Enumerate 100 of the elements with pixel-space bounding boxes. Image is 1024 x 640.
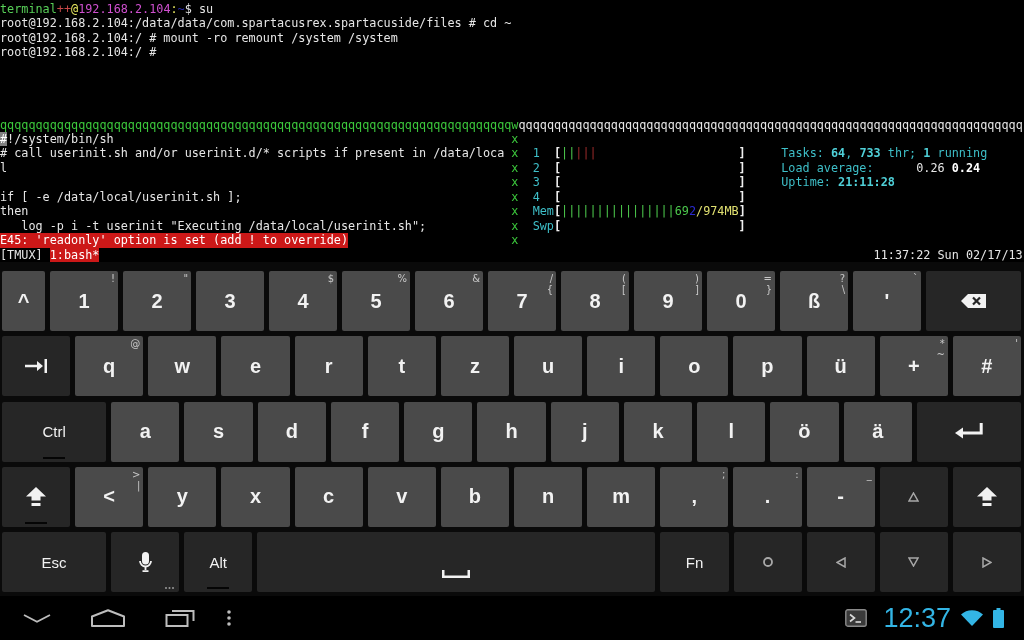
session-label: [TMUX] (0, 247, 43, 263)
key-hint: : (795, 468, 799, 480)
backspace-key[interactable] (926, 271, 1021, 331)
terminal-line: root@192.168.2.104:/ # mount -ro remount /system /system (0, 30, 398, 46)
keyboard-key[interactable]: u (514, 336, 583, 397)
key-hint: ` (913, 273, 918, 284)
usage-meter: 4 [ ] (532, 189, 746, 205)
keyboard-key[interactable]: g (404, 401, 473, 462)
key-hint: $ (327, 273, 334, 284)
key-hint: [ (622, 284, 626, 295)
keyboard-key[interactable]: a (111, 401, 180, 462)
enter-icon (954, 423, 983, 441)
keyboard-key[interactable]: y (148, 466, 217, 527)
keyboard-key[interactable]: ^ (2, 271, 45, 331)
keyboard-key[interactable]: 4 $ (269, 271, 337, 331)
recent-apps-icon[interactable] (165, 609, 195, 628)
keyboard-key[interactable]: 8 ( [ (561, 271, 629, 331)
keyboard-key[interactable]: 2 " (123, 271, 191, 331)
keyboard-key[interactable]: 7 / { (488, 271, 556, 331)
modifier-key[interactable]: Alt (184, 532, 253, 593)
keyboard-key[interactable]: ' ` (853, 271, 921, 331)
key-hint: ? (839, 273, 845, 284)
keyboard-key[interactable]: , ; (660, 466, 729, 527)
key-hint: > (131, 468, 141, 480)
triangle-left-icon (835, 556, 846, 568)
shift-key[interactable] (2, 466, 71, 527)
keyboard-key[interactable]: l (697, 401, 766, 462)
keyboard-key[interactable]: v (367, 466, 436, 527)
keyboard-key[interactable]: i (587, 336, 656, 397)
keyboard-key[interactable]: ä (843, 401, 912, 462)
keyboard-key[interactable]: - _ (806, 466, 875, 527)
tab-icon (25, 359, 48, 374)
keyboard-key[interactable]: j (550, 401, 619, 462)
key-hint: ' (1015, 338, 1018, 350)
keyboard-key[interactable]: n (514, 466, 583, 527)
keyboard-key[interactable]: + * ~ (879, 336, 948, 397)
home-icon[interactable] (89, 609, 127, 628)
key-hint: / (549, 273, 553, 284)
keyboard-key[interactable]: d (257, 401, 326, 462)
indicator-icon (43, 456, 66, 459)
keyboard-key[interactable]: o (660, 336, 729, 397)
status-clock: 11:37:22 Sun 02/17/13 (873, 247, 1023, 263)
keyboard-key[interactable]: 3 (196, 271, 264, 331)
modifier-key[interactable]: Esc (2, 532, 107, 593)
overflow-menu-icon[interactable] (227, 610, 231, 627)
triangle-down-icon (908, 557, 920, 568)
keyboard-key[interactable]: 9 ) ] (634, 271, 702, 331)
error-message: E45: 'readonly' option is set (add ! to override) (0, 233, 348, 248)
key-hint: * (939, 338, 945, 350)
key-hint: % (397, 273, 407, 284)
usage-meter: 3 [ ] (532, 175, 746, 190)
modifier-key[interactable]: Ctrl (2, 401, 107, 462)
backspace-icon (961, 294, 986, 308)
terminal-app-icon[interactable] (845, 609, 868, 628)
key-hint: ) (695, 273, 699, 284)
keyboard-key[interactable]: e (221, 336, 290, 397)
keyboard-key[interactable]: ö (770, 401, 839, 462)
chevron-down-icon[interactable] (23, 613, 51, 623)
keyboard-key[interactable]: 6 & (415, 271, 483, 331)
triangle-up-icon (908, 491, 920, 502)
keyboard-key[interactable]: r (294, 336, 363, 397)
keyboard-key[interactable]: x (221, 466, 290, 527)
keyboard-key[interactable]: c (294, 466, 363, 527)
keyboard-key[interactable]: 5 % (342, 271, 410, 331)
code-line: #!/system/bin/sh (0, 132, 114, 147)
keyboard-key[interactable]: z (440, 336, 509, 397)
keyboard-key[interactable]: k (623, 401, 693, 462)
modifier-key[interactable]: Fn (660, 532, 729, 593)
keyboard-key[interactable]: . : (733, 466, 802, 527)
wifi-icon (961, 610, 983, 627)
keyboard-key[interactable]: t (367, 336, 436, 397)
keyboard-key[interactable]: < > | (75, 466, 144, 527)
keyboard-key[interactable]: # ' (952, 336, 1021, 397)
microphone-key[interactable] (111, 532, 180, 593)
shift-icon (976, 487, 997, 507)
keyboard-key[interactable]: q @ (75, 336, 144, 397)
shift-key[interactable] (952, 466, 1021, 527)
keyboard-key[interactable]: ü (806, 336, 875, 397)
keyboard-key[interactable]: p (733, 336, 802, 397)
keyboard-key[interactable]: h (477, 401, 546, 462)
keyboard-key[interactable]: b (440, 466, 509, 527)
key-hint: @ (130, 338, 141, 350)
key-hint: ~ (936, 349, 945, 361)
usage-meter: 1 [||||| ] (532, 146, 746, 161)
key-hint: | (136, 479, 141, 491)
keyboard-key[interactable]: f (330, 401, 400, 462)
keyboard-key[interactable]: m (587, 466, 656, 527)
terminal-line: root@192.168.2.104:/ # (0, 45, 157, 60)
keyboard-key[interactable]: w (148, 336, 217, 397)
tab-key[interactable] (2, 336, 71, 397)
stat-line: Uptime: 21:11:28 (781, 175, 895, 190)
keyboard-key[interactable]: 1 ! (50, 271, 118, 331)
space-bar-icon (442, 570, 471, 579)
enter-key[interactable] (916, 401, 1022, 462)
key-hint: { (546, 284, 553, 295)
circle-icon (762, 557, 773, 568)
keyboard-key[interactable]: ß ? \ (780, 271, 848, 331)
pane-border-line: qqqqqqqqqqqqqqqqqqqqqqqqqqqqqqqqqqqqqqqqqqqqqqqqqqqqqqqqqqqqqqqqqqqqqqqqwqqqqqqqqqqqqqqqqqqqqqqqqqqqqqqqqqqqqqqqqqqqqqqqqqqqqqqqqqqqqqqqqqqqqqqq (0, 117, 1023, 133)
keyboard-key[interactable]: 0 = } (707, 271, 775, 331)
keyboard-key[interactable]: s (184, 401, 253, 462)
